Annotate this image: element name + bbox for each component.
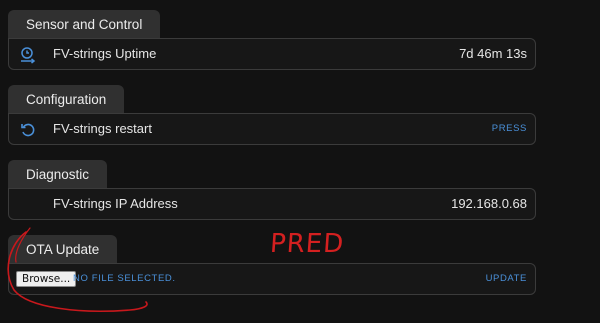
press-button[interactable]: PRESS bbox=[492, 114, 527, 144]
restart-icon bbox=[19, 121, 37, 139]
uptime-row: FV-strings Uptime 7d 46m 13s bbox=[8, 38, 536, 70]
ip-address-value: 192.168.0.68 bbox=[451, 196, 527, 211]
restart-row: FV-strings restart PRESS bbox=[8, 113, 536, 145]
file-status: NO FILE SELECTED. bbox=[73, 273, 176, 284]
ip-address-row: FV-strings IP Address 192.168.0.68 bbox=[8, 188, 536, 220]
uptime-value: 7d 46m 13s bbox=[459, 46, 527, 61]
ip-address-label: FV-strings IP Address bbox=[53, 196, 178, 211]
section-title: Diagnostic bbox=[8, 160, 108, 190]
restart-label: FV-strings restart bbox=[53, 121, 152, 136]
uptime-label: FV-strings Uptime bbox=[53, 46, 157, 61]
section-diagnostic: Diagnostic FV-strings IP Address 192.168… bbox=[8, 160, 536, 222]
browse-button[interactable]: Browse... bbox=[16, 271, 77, 287]
section-title: OTA Update bbox=[8, 235, 118, 265]
timer-clock-icon bbox=[19, 46, 37, 64]
section-title: Sensor and Control bbox=[8, 10, 161, 40]
section-sensor-and-control: Sensor and Control FV-strings Uptime 7d … bbox=[8, 10, 536, 72]
update-button[interactable]: UPDATE bbox=[486, 264, 527, 294]
ota-row: Browse... NO FILE SELECTED. UPDATE bbox=[8, 263, 536, 295]
annotation-text: PRED bbox=[268, 229, 346, 259]
section-configuration: Configuration FV-strings restart PRESS bbox=[8, 85, 536, 147]
section-title: Configuration bbox=[8, 85, 125, 115]
